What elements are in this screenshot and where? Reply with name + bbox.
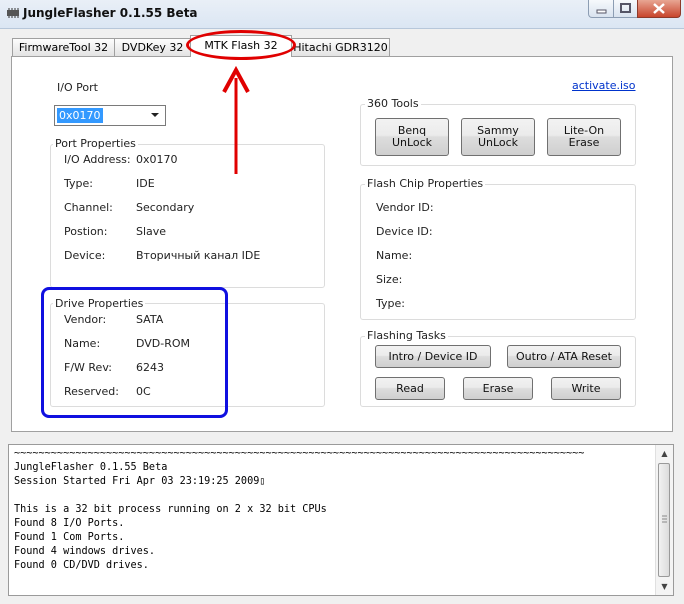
flash-chip-row-label: Device ID: xyxy=(376,225,433,238)
chevron-down-icon xyxy=(145,106,165,125)
tab-firmwaretool[interactable]: FirmwareTool 32 xyxy=(12,38,115,56)
flash-chip-row-label: Vendor ID: xyxy=(376,201,434,214)
log-line: Found 0 CD/DVD drives. xyxy=(14,560,149,571)
title-bar[interactable]: JungleFlasher 0.1.55 Beta xyxy=(0,0,684,29)
write-button[interactable]: Write xyxy=(551,377,621,400)
scroll-down-icon[interactable]: ▼ xyxy=(656,578,673,595)
log-line: Found 4 windows drives. xyxy=(14,546,156,557)
io-port-value: 0x0170 xyxy=(57,108,103,123)
maximize-icon xyxy=(620,3,631,13)
lite-on-erase-button[interactable]: Lite-On Erase xyxy=(547,118,621,156)
port-properties-title: Port Properties xyxy=(53,137,138,150)
minimize-icon xyxy=(596,9,607,14)
port-row-label: Type: xyxy=(64,177,93,190)
scroll-up-icon[interactable]: ▲ xyxy=(656,445,673,462)
tools-360-title: 360 Tools xyxy=(365,97,421,110)
erase-button[interactable]: Erase xyxy=(463,377,533,400)
port-row-label: Postion: xyxy=(64,225,108,238)
app-window: JungleFlasher 0.1.55 Beta FirmwareTool 3… xyxy=(0,0,684,604)
port-row-label: Channel: xyxy=(64,201,113,214)
io-port-label: I/O Port xyxy=(57,81,98,94)
sammy-unlock-button[interactable]: Sammy UnLock xyxy=(461,118,535,156)
log-line: Session Started Fri Apr 03 23:19:25 2009… xyxy=(14,476,266,487)
minimize-button[interactable] xyxy=(588,0,614,18)
flash-chip-title: Flash Chip Properties xyxy=(365,177,486,190)
close-button[interactable] xyxy=(637,0,681,18)
port-row-value: Slave xyxy=(136,225,167,238)
flash-chip-row-label: Type: xyxy=(376,297,405,310)
flash-chip-row-label: Name: xyxy=(376,249,413,262)
activate-iso-link[interactable]: activate.iso xyxy=(572,79,636,92)
tab-dvdkey[interactable]: DVDKey 32 xyxy=(114,38,191,56)
chip-icon xyxy=(7,8,19,18)
port-row-value: IDE xyxy=(136,177,155,190)
grip-icon xyxy=(662,515,667,523)
highlight-box xyxy=(41,287,228,418)
port-row-label: I/O Address: xyxy=(64,153,131,166)
log-line: This is a 32 bit process running on 2 x … xyxy=(14,504,327,515)
highlight-ellipse xyxy=(186,30,296,60)
intro-device-id-button[interactable]: Intro / Device ID xyxy=(375,345,491,368)
log-text: ~~~~~~~~~~~~~~~~~~~~~~~~~~~~~~~~~~~~~~~~… xyxy=(14,447,584,573)
log-output[interactable]: ~~~~~~~~~~~~~~~~~~~~~~~~~~~~~~~~~~~~~~~~… xyxy=(8,444,674,596)
flash-chip-row-label: Size: xyxy=(376,273,403,286)
read-button[interactable]: Read xyxy=(375,377,445,400)
port-row-value: Secondary xyxy=(136,201,195,214)
outro-ata-reset-button[interactable]: Outro / ATA Reset xyxy=(507,345,621,368)
port-row-label: Device: xyxy=(64,249,106,262)
log-scrollbar[interactable]: ▲ ▼ xyxy=(655,445,673,595)
io-port-dropdown[interactable]: 0x0170 xyxy=(54,105,166,126)
port-row-value: Вторичный канал IDE xyxy=(136,249,261,262)
log-line: ~~~~~~~~~~~~~~~~~~~~~~~~~~~~~~~~~~~~~~~~… xyxy=(14,448,585,459)
flashing-tasks-title: Flashing Tasks xyxy=(365,329,448,342)
benq-unlock-button[interactable]: Benq UnLock xyxy=(375,118,449,156)
window-title: JungleFlasher 0.1.55 Beta xyxy=(23,6,198,20)
scrollbar-thumb[interactable] xyxy=(658,463,670,577)
arrow-up-icon xyxy=(222,65,250,174)
log-line: Found 8 I/O Ports. xyxy=(14,518,125,529)
log-line: Found 1 Com Ports. xyxy=(14,532,125,543)
close-icon xyxy=(653,3,665,14)
tab-hitachi[interactable]: Hitachi GDR3120 xyxy=(291,38,390,56)
log-line: JungleFlasher 0.1.55 Beta xyxy=(14,462,168,473)
maximize-button[interactable] xyxy=(613,0,638,18)
port-row-value: 0x0170 xyxy=(136,153,178,166)
